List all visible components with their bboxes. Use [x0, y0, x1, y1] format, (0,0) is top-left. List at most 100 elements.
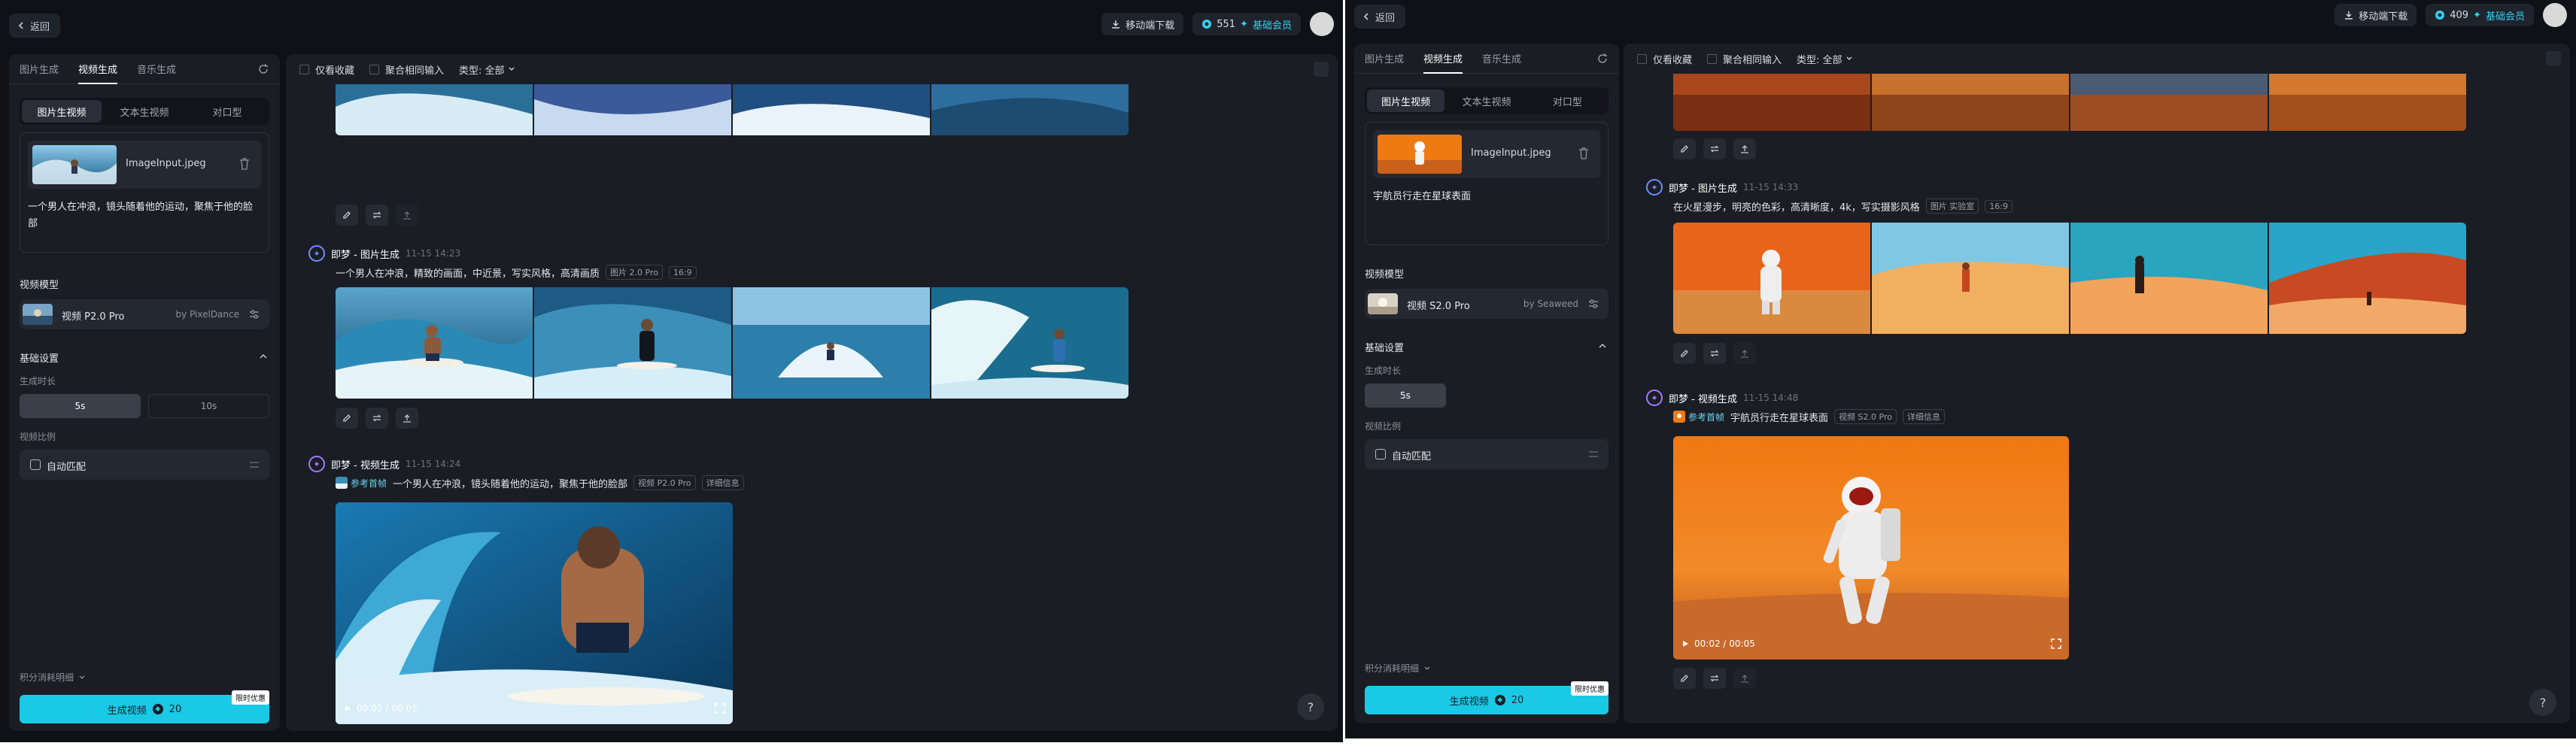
duration-5s[interactable]: 5s	[20, 394, 141, 418]
edit-button[interactable]	[336, 408, 358, 429]
play-icon[interactable]	[343, 704, 352, 713]
credits-detail-toggle[interactable]: 积分消耗明细	[1365, 662, 1431, 675]
sliders-icon[interactable]	[248, 308, 260, 320]
generated-image[interactable]	[2269, 74, 2466, 131]
generated-image[interactable]	[2269, 223, 2466, 334]
back-button[interactable]: 返回	[9, 14, 61, 38]
mobile-download-button[interactable]: 移动端下载	[2334, 4, 2417, 26]
upload-button[interactable]	[396, 205, 418, 226]
fullscreen-icon[interactable]	[715, 703, 725, 714]
avatar[interactable]	[1310, 12, 1334, 36]
upload-button[interactable]	[1733, 138, 1756, 159]
ratio-select[interactable]: 自动匹配	[20, 450, 269, 480]
avatar[interactable]	[2543, 3, 2567, 27]
chevron-up-icon[interactable]	[259, 352, 268, 361]
collapse-icon[interactable]	[1314, 62, 1329, 77]
help-button[interactable]: ?	[2529, 689, 2556, 716]
upload-button[interactable]	[1733, 668, 1756, 689]
detail-info-tag[interactable]: 详细信息	[701, 475, 744, 490]
generated-image[interactable]	[1673, 223, 1870, 334]
generated-image[interactable]	[2070, 74, 2268, 131]
prompt-text[interactable]: 一个男人在冲浪，镜头随着他的运动，聚焦于他的脸部	[393, 476, 627, 490]
duration-5s[interactable]: 5s	[1365, 384, 1446, 408]
prompt-text[interactable]: 宇航员行走在星球表面	[1730, 410, 1828, 424]
prompt-text[interactable]: 一个男人在冲浪，镜头随着他的运动，聚焦于他的脸部	[28, 199, 260, 232]
mode-lip-sync[interactable]: 对口型	[1529, 89, 1606, 112]
mode-text-to-video[interactable]: 文本生视频	[1447, 89, 1525, 112]
refresh-icon[interactable]	[257, 63, 269, 75]
chevron-up-icon[interactable]	[1598, 341, 1607, 350]
ratio-select[interactable]: 自动匹配	[1365, 439, 1608, 469]
upload-button[interactable]	[396, 408, 418, 429]
remix-button[interactable]	[366, 205, 388, 226]
mode-image-to-video[interactable]: 图片生视频	[1367, 89, 1445, 112]
prompt-text[interactable]: 一个男人在冲浪，精致的画面，中近景，写实风格，高清画质	[336, 265, 600, 280]
tab-image-generation[interactable]: 图片生成	[1365, 51, 1404, 73]
generated-image[interactable]	[931, 287, 1129, 399]
upload-button[interactable]	[1733, 343, 1756, 364]
prompt-input-box[interactable]: ImageInput.jpeg 一个男人在冲浪，镜头随着他的运动，聚焦于他的脸部	[20, 132, 269, 253]
generated-image[interactable]	[336, 287, 533, 399]
remix-button[interactable]	[366, 408, 388, 429]
edit-button[interactable]	[336, 205, 358, 226]
reference-frame-tag[interactable]: 参考首帧	[1673, 411, 1724, 423]
reference-frame-tag[interactable]: 参考首帧	[336, 477, 387, 490]
credits-pill[interactable]: 409 ✦ 基础会员	[2426, 4, 2534, 26]
tab-music-generation[interactable]: 音乐生成	[1482, 51, 1521, 73]
prompt-text[interactable]: 宇航员行走在星球表面	[1373, 189, 1599, 205]
trash-icon[interactable]	[238, 157, 251, 171]
tab-video-generation[interactable]: 视频生成	[1423, 51, 1463, 74]
tab-video-generation[interactable]: 视频生成	[78, 62, 118, 84]
generated-image[interactable]	[931, 84, 1129, 135]
refresh-icon[interactable]	[1596, 53, 1608, 65]
filter-same-input-checkbox[interactable]: 聚合相同输入	[1707, 52, 1782, 66]
basic-settings-heading[interactable]: 基础设置	[1365, 340, 1404, 354]
edit-button[interactable]	[1673, 138, 1696, 159]
remix-button[interactable]	[1703, 668, 1726, 689]
mode-text-to-video[interactable]: 文本生视频	[105, 100, 184, 123]
generated-video[interactable]: 00:02 / 00:05	[1673, 436, 2069, 660]
generated-image[interactable]	[1872, 74, 2069, 131]
generated-image[interactable]	[733, 84, 930, 135]
back-button[interactable]: 返回	[1354, 5, 1406, 29]
filter-same-input-checkbox[interactable]: 聚合相同输入	[369, 62, 444, 77]
prompt-text[interactable]: 在火星漫步，明亮的色彩，高清晰度，4k，写实摄影风格	[1673, 199, 1920, 214]
credits-pill[interactable]: 551 ✦ 基础会员	[1192, 13, 1301, 35]
generated-image[interactable]	[336, 84, 533, 135]
generated-video[interactable]: 00:02 / 00:05	[336, 502, 733, 724]
sliders-icon[interactable]	[1587, 298, 1599, 310]
video-model-select[interactable]: 视频 S2.0 Pro by Seaweed	[1365, 289, 1608, 319]
filter-favorites-checkbox[interactable]: 仅看收藏	[1637, 52, 1692, 66]
generate-video-button[interactable]: 生成视频 ◆ 20 限时优惠	[1365, 681, 1608, 714]
trash-icon[interactable]	[1578, 147, 1590, 160]
basic-settings-heading[interactable]: 基础设置	[20, 350, 59, 365]
remix-button[interactable]	[1703, 343, 1726, 364]
credits-detail-toggle[interactable]: 积分消耗明细	[20, 671, 86, 684]
remix-button[interactable]	[1703, 138, 1726, 159]
edit-button[interactable]	[1673, 668, 1696, 689]
generated-image[interactable]	[733, 287, 930, 399]
edit-button[interactable]	[1673, 343, 1696, 364]
generated-image[interactable]	[1872, 223, 2069, 334]
mobile-download-button[interactable]: 移动端下载	[1101, 13, 1184, 35]
help-button[interactable]: ?	[1297, 693, 1324, 720]
generate-video-button[interactable]: 生成视频 ◆ 20 限时优惠	[20, 690, 269, 723]
filter-favorites-checkbox[interactable]: 仅看收藏	[299, 62, 354, 77]
type-filter-select[interactable]: 类型: 全部	[459, 62, 515, 77]
generated-image[interactable]	[2070, 223, 2268, 334]
prompt-input-box[interactable]: ImageInput.jpeg 宇航员行走在星球表面	[1365, 122, 1608, 245]
video-model-select[interactable]: 视频 P2.0 Pro by PixelDance	[20, 299, 269, 329]
collapse-icon[interactable]	[2546, 51, 2561, 66]
tab-music-generation[interactable]: 音乐生成	[137, 62, 176, 83]
mode-lip-sync[interactable]: 对口型	[187, 100, 267, 123]
generated-image[interactable]	[1673, 74, 1870, 131]
generated-image[interactable]	[534, 84, 731, 135]
detail-info-tag[interactable]: 详细信息	[1902, 409, 1945, 424]
generated-image[interactable]	[534, 287, 731, 399]
mode-image-to-video[interactable]: 图片生视频	[22, 100, 102, 123]
type-filter-select[interactable]: 类型: 全部	[1797, 52, 1853, 66]
play-icon[interactable]	[1681, 639, 1690, 648]
fullscreen-icon[interactable]	[2051, 638, 2061, 649]
duration-10s[interactable]: 10s	[148, 394, 269, 418]
tab-image-generation[interactable]: 图片生成	[20, 62, 59, 83]
